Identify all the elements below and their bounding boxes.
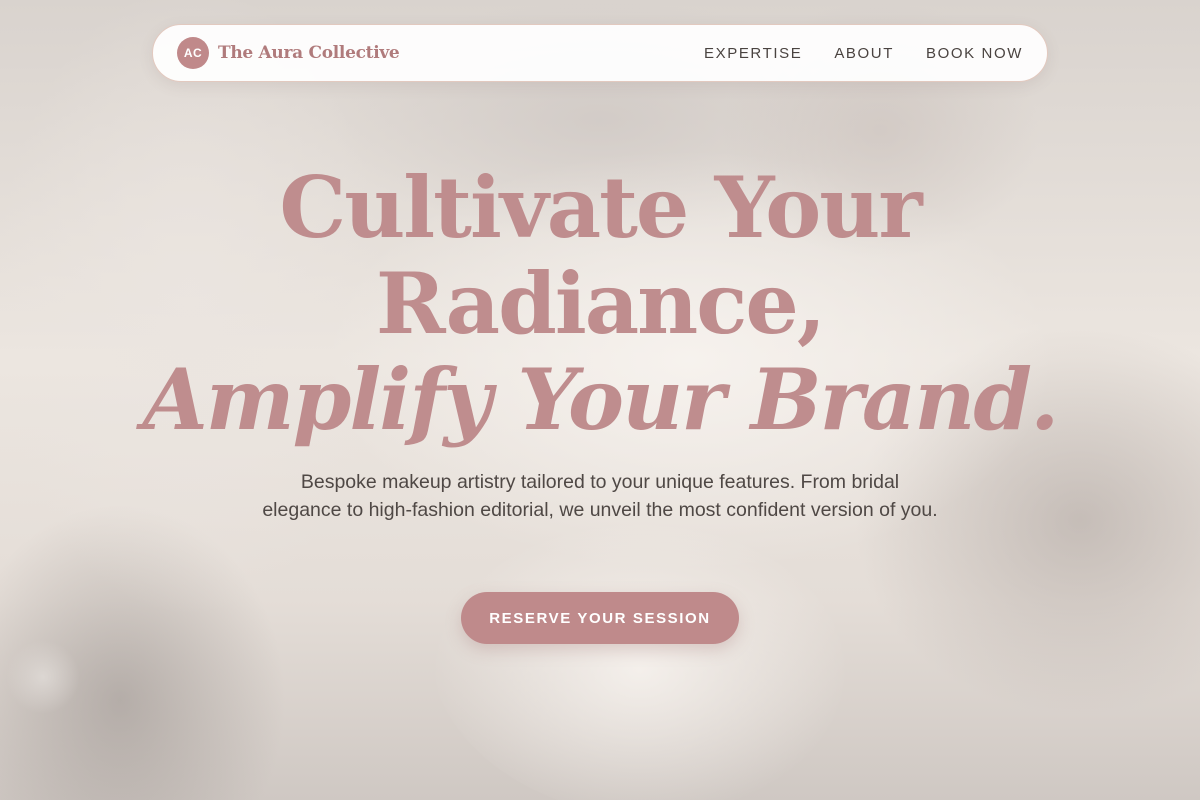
brand-name: The Aura Collective [218, 43, 400, 63]
brand-badge: AC [177, 37, 209, 69]
hero-headline: Cultivate Your Radiance, Amplify Your Br… [0, 160, 1200, 448]
nav-links: EXPERTISE ABOUT BOOK NOW [704, 45, 1023, 62]
hero-background-bokeh [6, 640, 80, 714]
headline-line-2: Radiance, [375, 254, 826, 353]
headline-line-3: Amplify Your Brand. [142, 350, 1060, 449]
navbar: AC The Aura Collective EXPERTISE ABOUT B… [152, 24, 1048, 82]
headline-line-1: Cultivate Your [279, 158, 922, 257]
reserve-session-button[interactable]: RESERVE YOUR SESSION [461, 592, 739, 644]
nav-link-about[interactable]: ABOUT [834, 45, 894, 62]
brand-logo[interactable]: AC The Aura Collective [177, 37, 400, 69]
hero-subtitle: Bespoke makeup artistry tailored to your… [262, 471, 938, 521]
nav-link-expertise[interactable]: EXPERTISE [704, 45, 802, 62]
nav-link-book-now[interactable]: BOOK NOW [926, 45, 1023, 62]
